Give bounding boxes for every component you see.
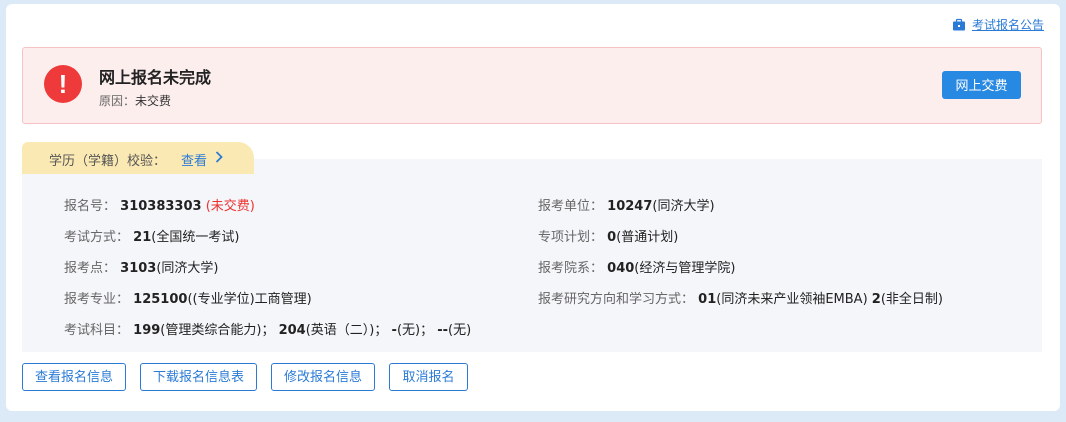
education-verify-label: 学历（学籍）校验： (49, 154, 167, 169)
direction-label: 报考研究方向和学习方式： (538, 292, 695, 307)
subject-code: 199 (133, 323, 161, 338)
reg-no-status: (未交费) (205, 199, 255, 214)
exam-mode-name: (全国统一考试) (151, 230, 240, 245)
reg-no-row: 报名号： 310383303 (未交费) (64, 195, 255, 214)
exam-notice-label[interactable]: 考试报名公告 (972, 16, 1044, 33)
major-label: 报考专业： (64, 292, 130, 307)
view-registration-button[interactable]: 查看报名信息 (22, 363, 126, 391)
unit-code: 10247 (607, 199, 653, 214)
education-verify-tab: 学历（学籍）校验： 查看 (22, 142, 254, 174)
exam-mode-row: 考试方式： 21(全国统一考试) (64, 226, 239, 245)
exam-notice-link[interactable]: 考试报名公告 (952, 16, 1044, 33)
subject-name: (无) (448, 323, 472, 338)
department-row: 报考院系： 040(经济与管理学院) (538, 257, 735, 276)
exam-site-row: 报考点： 3103(同济大学) (64, 257, 219, 276)
direction-code: 01 (698, 292, 717, 307)
special-plan-code: 0 (607, 230, 617, 245)
special-plan-label: 专项计划： (538, 230, 604, 245)
major-code: 125100 (133, 292, 188, 307)
registration-info-panel: 报名号： 310383303 (未交费) 考试方式： 21(全国统一考试) 报考… (22, 159, 1042, 352)
alert-reason-label: 原因： (99, 94, 136, 108)
direction-name: (同济未来产业领袖EMBA) (716, 292, 868, 307)
alert-title: 网上报名未完成 (99, 68, 212, 87)
subjects-label: 考试科目： (64, 323, 130, 338)
department-name: (经济与管理学院) (634, 261, 736, 276)
unit-label: 报考单位： (538, 199, 604, 214)
subject-name: (无)； (396, 323, 434, 338)
online-pay-button[interactable]: 网上交费 (942, 71, 1021, 99)
subjects-row: 考试科目： 199(管理类综合能力)； 204(英语（二）)； -(无)； --… (64, 319, 471, 338)
study-mode-code: 2 (871, 292, 881, 307)
special-plan-name: (普通计划) (616, 230, 679, 245)
study-mode-name: (非全日制) (880, 292, 943, 307)
alert-reason: 原因：未交费 (99, 92, 171, 109)
exam-site-code: 3103 (120, 261, 157, 276)
exclamation-icon: ! (44, 65, 82, 103)
department-label: 报考院系： (538, 261, 604, 276)
exam-site-label: 报考点： (64, 261, 117, 276)
reg-no-value: 310383303 (120, 199, 202, 214)
education-verify-view-link[interactable]: 查看 (181, 150, 207, 169)
reg-no-label: 报名号： (64, 199, 117, 214)
alert-reason-value: 未交费 (135, 94, 172, 108)
special-plan-row: 专项计划： 0(普通计划) (538, 226, 678, 245)
subject-code: -- (437, 323, 449, 338)
major-row: 报考专业： 125100((专业学位)工商管理) (64, 288, 312, 307)
subject-name: (管理类综合能力)； (160, 323, 275, 338)
chevron-right-icon[interactable] (215, 151, 223, 163)
download-registration-button[interactable]: 下载报名信息表 (140, 363, 257, 391)
registration-alert: ! 网上报名未完成 原因：未交费 网上交费 (22, 47, 1042, 124)
subject-code: 204 (278, 323, 306, 338)
exam-mode-label: 考试方式： (64, 230, 130, 245)
department-code: 040 (607, 261, 635, 276)
cancel-registration-button[interactable]: 取消报名 (389, 363, 468, 391)
unit-row: 报考单位： 10247(同济大学) (538, 195, 715, 214)
unit-name: (同济大学) (652, 199, 715, 214)
subject-name: (英语（二）)； (305, 323, 388, 338)
exam-site-name: (同济大学) (156, 261, 219, 276)
briefcase-icon (952, 18, 965, 30)
direction-row: 报考研究方向和学习方式： 01(同济未来产业领袖EMBA) 2(非全日制) (538, 288, 943, 307)
edit-registration-button[interactable]: 修改报名信息 (271, 363, 375, 391)
major-name: ((专业学位)工商管理) (187, 292, 312, 307)
registration-card: 考试报名公告 ! 网上报名未完成 原因：未交费 网上交费 报名号： 310383… (6, 4, 1060, 411)
exam-mode-code: 21 (133, 230, 152, 245)
